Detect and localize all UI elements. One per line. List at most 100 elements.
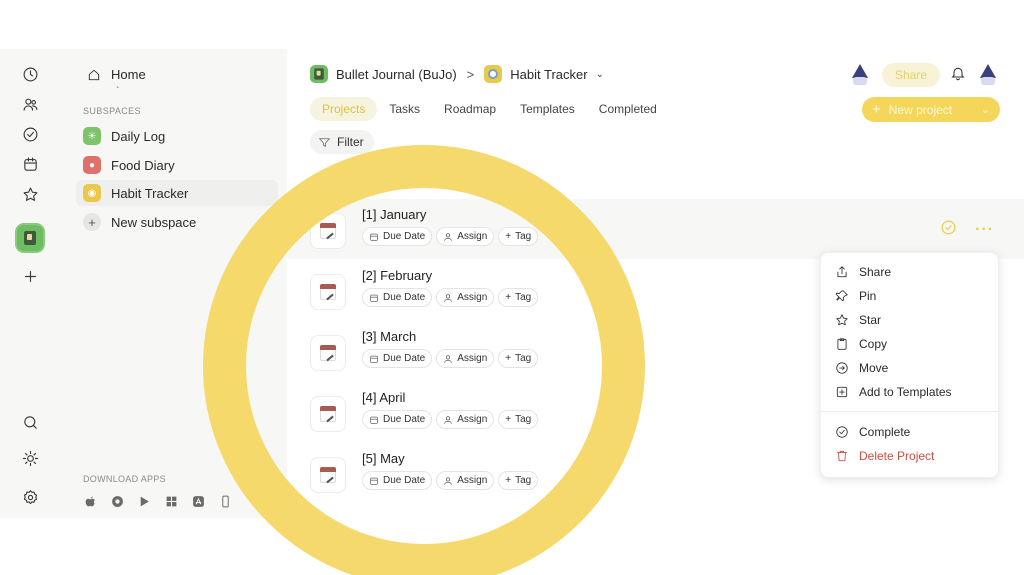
menu-item-pin[interactable]: Pin bbox=[835, 289, 876, 303]
download-apps-list bbox=[83, 494, 232, 508]
assign-chip[interactable]: Assign bbox=[436, 471, 495, 490]
project-title[interactable]: [3] March bbox=[362, 329, 416, 344]
icon-rail bbox=[0, 49, 60, 518]
tab-bar: Projects Tasks Roadmap Templates Complet… bbox=[310, 97, 669, 121]
subspaces-heading: SUBSPACES bbox=[83, 106, 141, 116]
bell-icon[interactable] bbox=[950, 65, 966, 86]
due-date-chip[interactable]: Due Date bbox=[362, 227, 433, 246]
calendar-icon[interactable] bbox=[18, 152, 42, 176]
app-window: Home ` SUBSPACES ☀ Daily Log ● Food Diar… bbox=[0, 49, 1024, 518]
chevron-down-icon[interactable]: ⌄ bbox=[596, 69, 604, 80]
due-date-chip[interactable]: Due Date bbox=[362, 410, 433, 429]
share-button[interactable]: Share bbox=[881, 63, 940, 87]
assign-chip[interactable]: Assign bbox=[436, 227, 495, 246]
tracker-icon bbox=[484, 65, 503, 83]
search-icon[interactable] bbox=[18, 410, 42, 434]
chrome-icon[interactable] bbox=[110, 494, 124, 508]
project-title[interactable]: [5] May bbox=[362, 451, 405, 466]
menu-item-label: Copy bbox=[859, 337, 888, 351]
chip-label: Tag bbox=[515, 414, 532, 425]
check-circle-icon bbox=[836, 426, 848, 438]
user-avatar[interactable] bbox=[976, 63, 1000, 87]
sidebar-item-habit-tracker[interactable]: ◉ Habit Tracker bbox=[76, 180, 278, 206]
tab-roadmap[interactable]: Roadmap bbox=[432, 97, 508, 121]
users-icon[interactable] bbox=[18, 92, 42, 116]
menu-item-label: Share bbox=[859, 265, 892, 279]
avatar[interactable] bbox=[847, 63, 872, 87]
breadcrumb-space[interactable]: Bullet Journal (BuJo) bbox=[336, 67, 457, 82]
chip-label: Assign bbox=[457, 292, 488, 303]
project-row[interactable]: [5] May Due Date Assign + Tag bbox=[310, 451, 710, 495]
project-context-menu: Share Pin Star Copy Move Add to Template… bbox=[820, 252, 1000, 478]
assign-chip[interactable]: Assign bbox=[436, 349, 495, 368]
assign-chip[interactable]: Assign bbox=[436, 288, 495, 307]
user-icon bbox=[444, 354, 452, 363]
chip-label: Due Date bbox=[383, 353, 426, 364]
filter-button[interactable]: Filter bbox=[310, 130, 374, 154]
project-row[interactable]: [3] March Due Date Assign + Tag bbox=[310, 329, 710, 373]
due-date-chip[interactable]: Due Date bbox=[362, 288, 433, 307]
plus-icon: + bbox=[505, 353, 512, 364]
sidebar-item-daily-log[interactable]: ☀ Daily Log bbox=[76, 123, 278, 149]
tab-templates[interactable]: Templates bbox=[508, 97, 587, 121]
sidebar: Home ` SUBSPACES ☀ Daily Log ● Food Diar… bbox=[60, 49, 287, 518]
menu-item-delete-project[interactable]: Delete Project bbox=[835, 449, 934, 463]
book-icon bbox=[310, 65, 328, 83]
tab-tasks[interactable]: Tasks bbox=[377, 97, 432, 121]
sidebar-item-food-diary[interactable]: ● Food Diary bbox=[76, 152, 278, 178]
project-title[interactable]: [1] January bbox=[362, 207, 426, 222]
project-row[interactable]: [2] February Due Date Assign + Tag bbox=[310, 268, 710, 312]
chevron-down-icon[interactable]: ⌄ bbox=[981, 103, 990, 116]
menu-item-add-to-templates[interactable]: Add to Templates bbox=[835, 385, 952, 399]
tab-projects[interactable]: Projects bbox=[310, 97, 378, 121]
star-icon[interactable] bbox=[18, 182, 42, 206]
new-subspace-button[interactable]: + New subspace bbox=[76, 209, 278, 235]
complete-check-icon[interactable] bbox=[940, 219, 957, 241]
play-store-icon[interactable] bbox=[137, 494, 151, 508]
tag-chip[interactable]: + Tag bbox=[498, 410, 539, 429]
tab-completed[interactable]: Completed bbox=[587, 97, 669, 121]
plus-square-icon bbox=[836, 386, 848, 398]
menu-item-share[interactable]: Share bbox=[835, 265, 891, 279]
due-date-chip[interactable]: Due Date bbox=[362, 471, 433, 490]
breadcrumb-subspace[interactable]: Habit Tracker bbox=[510, 67, 587, 82]
menu-item-star[interactable]: Star bbox=[835, 313, 881, 327]
calendar-icon bbox=[370, 294, 378, 302]
check-circle-icon[interactable] bbox=[18, 122, 42, 146]
new-project-label: New project bbox=[888, 102, 953, 117]
sidebar-item-home[interactable]: Home bbox=[87, 67, 146, 82]
sun-icon[interactable] bbox=[18, 446, 42, 470]
chip-label: Tag bbox=[515, 292, 532, 303]
app-store-icon[interactable] bbox=[191, 494, 205, 508]
tag-chip[interactable]: + Tag bbox=[498, 471, 539, 490]
project-row[interactable]: [1] January Due Date Assign + Tag bbox=[310, 207, 710, 251]
tag-chip[interactable]: + Tag bbox=[498, 349, 539, 368]
plus-icon: + bbox=[872, 101, 881, 118]
clock-icon[interactable] bbox=[18, 62, 42, 86]
apple-icon[interactable] bbox=[83, 494, 97, 508]
menu-item-complete[interactable]: Complete bbox=[835, 425, 910, 439]
menu-item-copy[interactable]: Copy bbox=[835, 337, 887, 351]
home-icon bbox=[88, 69, 100, 80]
menu-item-move[interactable]: Move bbox=[835, 361, 888, 375]
more-options-icon[interactable]: ··· bbox=[975, 221, 994, 239]
windows-icon[interactable] bbox=[164, 494, 178, 508]
plus-icon[interactable] bbox=[18, 264, 42, 288]
project-title[interactable]: [4] April bbox=[362, 390, 405, 405]
tag-chip[interactable]: + Tag bbox=[498, 227, 539, 246]
new-project-button[interactable]: + New project ⌄ bbox=[862, 97, 1000, 122]
chip-label: Due Date bbox=[383, 231, 426, 242]
user-icon bbox=[444, 293, 452, 302]
chip-label: Assign bbox=[457, 231, 488, 242]
assign-chip[interactable]: Assign bbox=[436, 410, 495, 429]
space-icon[interactable] bbox=[15, 223, 45, 253]
tag-chip[interactable]: + Tag bbox=[498, 288, 539, 307]
plus-icon: + bbox=[505, 231, 512, 242]
gear-icon[interactable] bbox=[18, 485, 42, 509]
project-row[interactable]: [4] April Due Date Assign + Tag bbox=[310, 390, 710, 434]
project-title[interactable]: [2] February bbox=[362, 268, 432, 283]
mobile-icon[interactable] bbox=[218, 494, 232, 508]
star-icon bbox=[836, 314, 848, 326]
due-date-chip[interactable]: Due Date bbox=[362, 349, 433, 368]
calendar-icon bbox=[310, 274, 346, 310]
